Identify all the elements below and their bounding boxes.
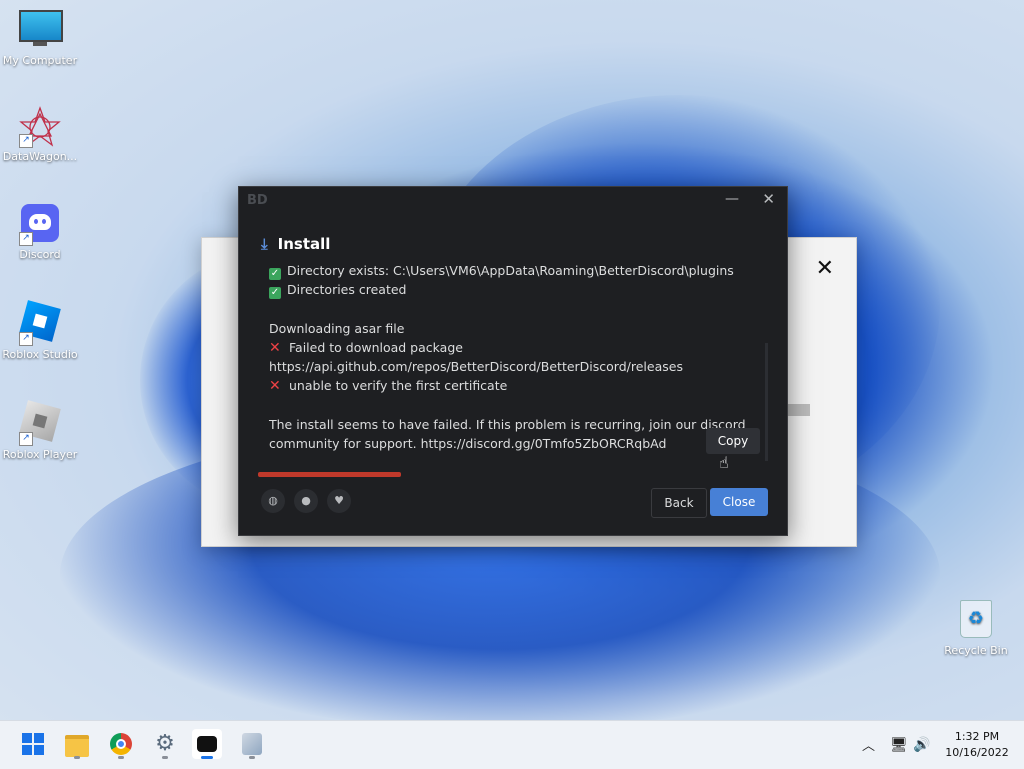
close-button[interactable]: Close <box>710 488 768 516</box>
page-title: ⤓ Install <box>261 235 330 253</box>
hand-cursor-icon: ☝ <box>719 453 729 472</box>
running-indicator <box>118 756 124 759</box>
progress-bar <box>258 472 401 477</box>
log-line: The install seems to have failed. If thi… <box>269 415 767 434</box>
installer-dialog: BD — ✕ ⤓ Install ✓ Directory exists: C:\U… <box>238 186 788 536</box>
log-line-text: The install seems to have failed. If thi… <box>269 416 746 432</box>
check-icon: ✓ <box>269 268 281 280</box>
desktop-icon-datawagon[interactable]: ↗ DataWagon... <box>0 106 80 163</box>
check-icon: ✓ <box>269 287 281 300</box>
chrome-icon[interactable] <box>106 729 136 759</box>
recycle-bin-icon: ♻ <box>955 600 997 642</box>
log-line: ✕ Failed to download package <box>269 338 767 357</box>
log-line-text: Directory exists: C:\Users\VM6\AppData\R… <box>287 263 734 278</box>
roblox-studio-icon: ↗ <box>19 300 61 346</box>
log-line: community for support. https://discord.g… <box>269 434 767 453</box>
heart-icon[interactable]: ♥ <box>327 489 351 513</box>
desktop-icon-discord[interactable]: ↗ Discord <box>0 204 80 261</box>
shortcut-arrow-icon: ↗ <box>19 432 33 446</box>
log-line-text: Failed to download package <box>289 339 463 355</box>
desktop-icon-my-computer[interactable]: My Computer <box>0 10 80 67</box>
running-indicator <box>201 756 213 759</box>
error-x-icon: ✕ <box>269 339 281 356</box>
window-close-button[interactable]: ✕ <box>762 190 775 208</box>
computer-icon <box>19 10 63 52</box>
desktop-icon-roblox-studio[interactable]: ↗ Roblox Studio <box>0 300 80 361</box>
error-x-icon: ✕ <box>269 378 281 395</box>
shortcut-arrow-icon: ↗ <box>19 134 33 148</box>
install-log: ✓ Directory exists: C:\Users\VM6\AppData\… <box>269 261 767 451</box>
shortcut-arrow-icon: ↗ <box>19 332 33 346</box>
roblox-player-icon: ↗ <box>19 400 61 446</box>
log-line-text: community for support. https://discord.g… <box>269 435 667 451</box>
log-scrollbar[interactable] <box>765 343 768 461</box>
log-line: Downloading asar file <box>269 319 767 338</box>
desktop-icon-label: Recycle Bin <box>944 644 1008 657</box>
log-line-text: Directories created <box>287 282 407 298</box>
discord-icon: ↗ <box>19 204 61 246</box>
network-icon[interactable]: 🖥 <box>890 737 908 753</box>
clock[interactable]: 1:32 PM 10/16/2022 <box>940 729 1014 761</box>
running-indicator <box>162 756 168 759</box>
datawagon-icon: ↗ <box>19 106 61 148</box>
chevron-up-icon[interactable]: ︿ <box>862 735 875 754</box>
background-window-bar <box>788 404 810 416</box>
desktop-icon-label: Roblox Studio <box>2 348 78 361</box>
taskbar: ⚙ ︿ 🖥 🔊 1:32 PM 10/16/2022 <box>0 720 1024 769</box>
log-line: ✓ Directories created <box>269 280 767 300</box>
windows-start-icon[interactable] <box>18 729 48 759</box>
volume-icon[interactable]: 🔊 <box>913 737 930 753</box>
betterdiscord-logo-icon: BD <box>247 193 268 208</box>
betterdiscord-icon[interactable] <box>192 729 222 759</box>
github-icon[interactable]: ● <box>294 489 318 513</box>
log-line: ✕ unable to verify the first certificate <box>269 376 767 395</box>
title-bar[interactable]: BD — ✕ <box>239 187 787 215</box>
log-line: https://api.github.com/repos/BetterDisco… <box>269 357 767 376</box>
log-line-text: unable to verify the first certificate <box>289 378 508 394</box>
desktop-icon-roblox-player[interactable]: ↗ Roblox Player <box>0 400 80 461</box>
copy-button[interactable]: Copy <box>706 428 760 454</box>
desktop-icon-label: Roblox Player <box>2 448 78 461</box>
desktop-icon-label: My Computer <box>2 54 78 67</box>
back-button[interactable]: Back <box>651 488 707 518</box>
shortcut-arrow-icon: ↗ <box>19 232 33 246</box>
globe-icon[interactable]: ◍ <box>261 489 285 513</box>
page-title-text: Install <box>277 235 331 253</box>
log-line-text: https://api.github.com/repos/BetterDisco… <box>269 358 683 374</box>
desktop-icon-recycle-bin[interactable]: ♻ Recycle Bin <box>936 598 1016 657</box>
log-line: ✓ Directory exists: C:\Users\VM6\AppData\… <box>269 261 767 280</box>
minimize-button[interactable]: — <box>725 191 739 207</box>
clock-date: 10/16/2022 <box>945 746 1009 759</box>
running-indicator <box>249 756 255 759</box>
desktop-icon-label: Discord <box>19 248 61 261</box>
file-explorer-icon[interactable] <box>62 729 92 759</box>
desktop-icon-label: DataWagon... <box>2 150 78 163</box>
running-indicator <box>74 756 80 759</box>
close-icon[interactable]: ✕ <box>816 258 834 280</box>
installer-icon[interactable] <box>237 729 267 759</box>
settings-icon[interactable]: ⚙ <box>150 729 180 759</box>
clock-time: 1:32 PM <box>954 730 1000 743</box>
log-line-text: Downloading asar file <box>269 320 405 336</box>
download-icon: ⤓ <box>261 235 268 253</box>
